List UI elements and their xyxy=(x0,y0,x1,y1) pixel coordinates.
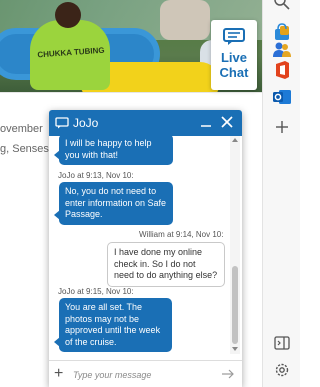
chat-message-agent: I will be happy to help you with that! xyxy=(54,136,173,165)
page-text-line-2: g, Senses xyxy=(0,143,49,155)
chat-bubble-icon xyxy=(55,117,69,129)
chat-message-user: I have done my online check in. So I do … xyxy=(107,242,225,287)
live-chat-label-2: Chat xyxy=(219,65,249,80)
chat-message-agent: No, you do not need to enter information… xyxy=(54,182,173,225)
chat-header: JoJo xyxy=(49,110,242,136)
chat-icon xyxy=(223,28,245,45)
page-text-line-1: ovember xyxy=(0,123,43,135)
page-divider xyxy=(0,92,262,93)
chat-message-input[interactable] xyxy=(73,366,213,383)
chat-message-agent: You are all set. The photos may not be a… xyxy=(54,298,172,352)
message-meta: JoJo at 9:13, Nov 10: xyxy=(58,171,134,180)
chat-title: JoJo xyxy=(73,116,99,130)
live-chat-button[interactable]: Live Chat xyxy=(211,20,257,90)
office-icon[interactable] xyxy=(272,60,292,80)
close-icon[interactable] xyxy=(220,115,234,129)
chat-scrollbar[interactable] xyxy=(230,136,240,354)
send-icon[interactable] xyxy=(221,368,235,380)
settings-icon[interactable] xyxy=(272,360,292,380)
panel-icon[interactable] xyxy=(272,333,292,353)
message-meta: JoJo at 9:15, Nov 10: xyxy=(58,287,134,296)
search-icon[interactable] xyxy=(272,0,292,12)
chat-input-bar: + xyxy=(49,360,242,387)
live-chat-label-1: Live xyxy=(220,50,247,65)
scroll-up-arrow-icon[interactable] xyxy=(232,138,238,142)
outlook-icon[interactable] xyxy=(272,87,292,107)
add-icon[interactable] xyxy=(272,117,292,137)
scroll-thumb[interactable] xyxy=(232,266,238,344)
minimize-icon[interactable] xyxy=(198,114,214,130)
scroll-down-arrow-icon[interactable] xyxy=(232,347,238,351)
chat-window: JoJo I will be happy to help you with th… xyxy=(49,110,242,387)
message-meta: William at 9:14, Nov 10: xyxy=(139,230,224,239)
add-attachment-icon[interactable]: + xyxy=(54,365,63,383)
browser-sidebar xyxy=(262,0,300,387)
people-icon[interactable] xyxy=(272,39,292,59)
chat-messages: I will be happy to help you with that! J… xyxy=(49,136,242,354)
